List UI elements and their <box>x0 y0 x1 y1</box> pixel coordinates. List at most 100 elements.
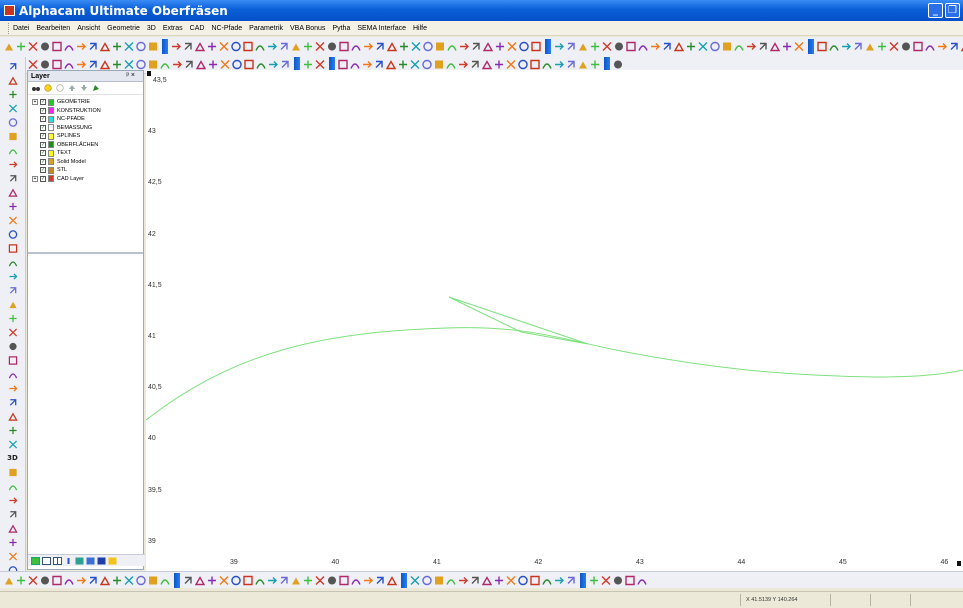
toolbar-tool-icon[interactable] <box>422 59 432 70</box>
toolbar-tool-icon[interactable] <box>315 59 325 70</box>
bottom-toolbar-tool-icon[interactable] <box>112 575 122 586</box>
toolbar-tool-icon[interactable] <box>387 41 397 52</box>
bottom-toolbar-tool-icon[interactable] <box>195 575 205 586</box>
toolbar-tool-icon[interactable] <box>614 41 624 52</box>
toolbar-tool-icon[interactable] <box>519 41 529 52</box>
toolbar-tool-icon[interactable] <box>64 59 74 70</box>
view-tool-icon[interactable] <box>8 538 18 547</box>
toolbar-tool-icon[interactable] <box>829 41 839 52</box>
bottom-toolbar-tool-icon[interactable] <box>100 575 110 586</box>
menu-cad[interactable]: CAD <box>190 25 205 32</box>
bottom-toolbar-tool-icon[interactable] <box>255 575 265 586</box>
view-tool-icon[interactable] <box>8 510 18 519</box>
toolbar-tool-icon[interactable] <box>339 41 349 52</box>
view-tool-icon[interactable] <box>8 258 18 267</box>
menu-bearbeiten[interactable]: Bearbeiten <box>36 25 70 32</box>
toolbar-tool-icon[interactable] <box>578 41 588 52</box>
toolbar-tool-icon[interactable] <box>674 41 684 52</box>
bottom-toolbar-tool-icon[interactable] <box>506 575 516 586</box>
toolbar-tool-icon[interactable] <box>243 41 253 52</box>
bottom-toolbar-tool-icon[interactable] <box>387 575 397 586</box>
toolbar-tool-icon[interactable] <box>16 41 26 52</box>
view-tool-icon[interactable] <box>8 202 18 211</box>
toolbar-tool-icon[interactable] <box>386 59 396 70</box>
layer-visibility-checkbox[interactable]: ✓ <box>40 133 46 140</box>
bottom-toolbar-tool-icon[interactable] <box>243 575 253 586</box>
bottom-toolbar-tool-icon[interactable] <box>363 575 373 586</box>
view-tool-icon[interactable] <box>8 104 18 113</box>
toolbar-tool-icon[interactable] <box>770 41 780 52</box>
toolbar-tool-icon[interactable] <box>746 41 756 52</box>
toolbar-tool-icon[interactable] <box>244 59 254 70</box>
view-tool-icon[interactable] <box>8 356 18 365</box>
layer-row[interactable]: ✓ BEMASSUNG <box>28 124 143 133</box>
toolbar-tool-icon[interactable] <box>817 41 827 52</box>
toolbar-tool-icon[interactable] <box>913 41 923 52</box>
toolbar-tool-icon[interactable] <box>423 41 433 52</box>
view-tool-icon[interactable] <box>8 216 18 225</box>
toolbar-tool-icon[interactable] <box>363 41 373 52</box>
toolbar-tool-icon[interactable] <box>315 41 325 52</box>
toolbar-tool-icon[interactable] <box>268 59 278 70</box>
toolbar-tool-icon[interactable] <box>554 41 564 52</box>
layer-row[interactable]: ✓ NC-PFADE <box>28 115 143 124</box>
bottom-toolbar-tool-icon[interactable] <box>291 575 301 586</box>
toolbar-tool-icon[interactable] <box>949 41 959 52</box>
bottom-toolbar-tool-icon[interactable] <box>458 575 468 586</box>
toolbar-tool-icon[interactable] <box>841 41 851 52</box>
new-layer-icon[interactable] <box>92 84 100 92</box>
layer-row[interactable]: ✓ OBERFLÄCHEN <box>28 141 143 150</box>
toolbar-tool-icon[interactable] <box>698 41 708 52</box>
toolbar-tool-icon[interactable] <box>160 59 170 70</box>
toolbar-tool-icon[interactable] <box>853 41 863 52</box>
view-tool-icon[interactable] <box>8 426 18 435</box>
view-tool-icon[interactable] <box>8 174 18 183</box>
layer-row[interactable]: + ✓ GEOMETRIE <box>28 98 143 107</box>
toolbar-tool-icon[interactable] <box>172 59 182 70</box>
toolbar-tool-icon[interactable] <box>220 59 230 70</box>
toolbar-tool-icon[interactable] <box>148 59 158 70</box>
layer-visibility-checkbox[interactable]: ✓ <box>40 167 46 174</box>
toolbar-tool-icon[interactable] <box>889 41 899 52</box>
layer-row[interactable]: ✓ STL <box>28 166 143 175</box>
toolbar-tool-icon[interactable] <box>578 59 588 70</box>
toolbar-tool-icon[interactable] <box>494 59 504 70</box>
arrow-down-icon[interactable] <box>80 84 88 92</box>
view-tool-icon[interactable] <box>8 230 18 239</box>
bottom-toolbar-tool-icon[interactable] <box>601 575 611 586</box>
view-tool-icon[interactable] <box>8 272 18 281</box>
toolbar-tool-icon[interactable] <box>782 41 792 52</box>
toolbar-tool-icon[interactable] <box>590 59 600 70</box>
toolbar-tool-icon[interactable] <box>303 59 313 70</box>
bottom-toolbar-tool-icon[interactable] <box>566 575 576 586</box>
bottom-toolbar-tool-icon[interactable] <box>88 575 98 586</box>
bottom-toolbar-tool-icon[interactable] <box>446 575 456 586</box>
bottom-toolbar-tool-icon[interactable] <box>267 575 277 586</box>
bottom-toolbar-tool-icon[interactable] <box>518 575 528 586</box>
toolbar-tool-icon[interactable] <box>458 59 468 70</box>
toolbar-tool-icon[interactable] <box>626 41 636 52</box>
toolbar-tool-icon[interactable] <box>350 59 360 70</box>
toolbar-tool-icon[interactable] <box>136 59 146 70</box>
toolbar-tool-icon[interactable] <box>28 59 38 70</box>
toolbar-tool-icon[interactable] <box>148 41 158 52</box>
toolbar-tool-icon[interactable] <box>554 59 564 70</box>
toolbar-tool-icon[interactable] <box>124 59 134 70</box>
toolbar-tool-icon[interactable] <box>794 41 804 52</box>
view-tool-icon[interactable] <box>8 62 18 71</box>
drawing-canvas[interactable]: 43,5 43 42,5 42 41,5 41 40,5 40 39,5 39 39 40 41 42 4… <box>146 70 963 572</box>
toolbar-tool-icon[interactable] <box>52 59 62 70</box>
view-tool-icon[interactable] <box>8 342 18 351</box>
bottom-toolbar-tool-icon[interactable] <box>4 575 14 586</box>
toolbar-tool-icon[interactable] <box>447 41 457 52</box>
toolbar-tool-icon[interactable] <box>338 59 348 70</box>
toolbar-tool-icon[interactable] <box>136 41 146 52</box>
layer-note-icon[interactable] <box>108 557 117 565</box>
toolbar-tool-icon[interactable] <box>280 59 290 70</box>
toolbar-tool-icon[interactable] <box>40 59 50 70</box>
view-tool-icon[interactable] <box>8 384 18 393</box>
menu-parametrik[interactable]: Parametrik <box>249 25 283 32</box>
view-tool-icon[interactable] <box>8 370 18 379</box>
bottom-toolbar-tool-icon[interactable] <box>351 575 361 586</box>
bottom-toolbar-tool-icon[interactable] <box>434 575 444 586</box>
